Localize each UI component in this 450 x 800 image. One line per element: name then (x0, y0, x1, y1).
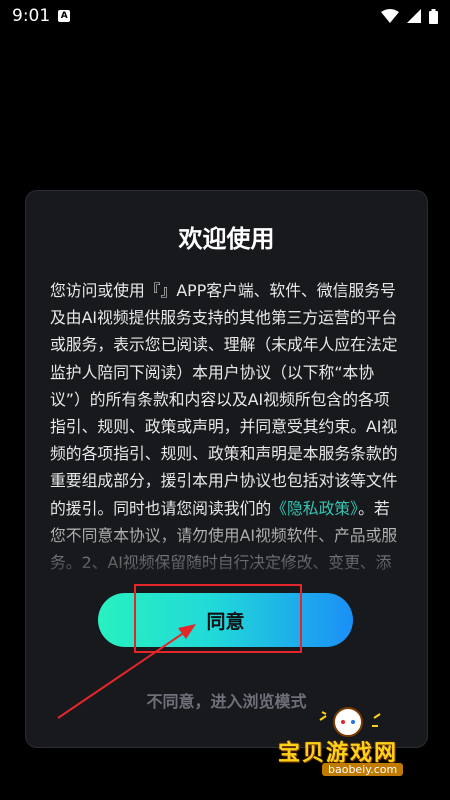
annotation-arrow-icon (57, 624, 196, 719)
watermark-url: baobeiy.com (322, 763, 404, 776)
